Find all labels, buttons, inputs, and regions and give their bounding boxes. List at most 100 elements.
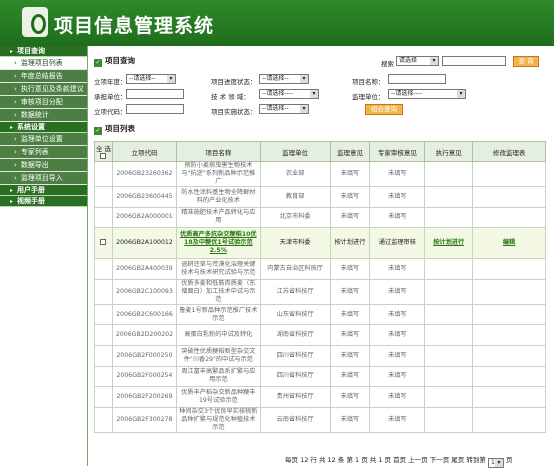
sidebar-item[interactable]: 数据导出: [0, 159, 87, 172]
sidebar-item[interactable]: 监理单位设置: [0, 133, 87, 146]
check-icon: ✓: [94, 127, 102, 135]
sidebar-group[interactable]: 系统设置: [0, 122, 87, 133]
sidebar-group[interactable]: 用户手册: [0, 185, 87, 196]
row-select-cell[interactable]: [94, 344, 113, 367]
row-exec-opinion: [424, 258, 474, 280]
row-edit: [472, 161, 546, 187]
row-select-cell[interactable]: [94, 161, 113, 187]
row-unit: 四川省科技厅: [259, 344, 331, 367]
sidebar-item[interactable]: 监理项目导入: [0, 172, 87, 185]
row-expert-opinion: 未填写: [369, 365, 426, 388]
unit-input[interactable]: [126, 89, 184, 99]
row-exec-opinion: [424, 344, 474, 367]
row-expert-opinion: 未填写: [369, 258, 426, 280]
table-row: 2006GB2A100012 优质高产多抗杂交粳稻10优18及中粳优1号试验示范2…: [94, 227, 546, 260]
row-select-cell[interactable]: [94, 406, 113, 433]
row-opinion: 未填写: [329, 386, 371, 408]
row-expert-opinion: 未填写: [369, 278, 426, 305]
sidebar-item[interactable]: 专家列表: [0, 146, 87, 159]
sidebar-item[interactable]: 审核项目分配: [0, 96, 87, 109]
row-unit: 云南省科技厅: [259, 406, 331, 433]
search-select[interactable]: 请选择: [396, 56, 439, 66]
name-label: 项目名称：: [352, 78, 385, 86]
row-select-cell[interactable]: [94, 278, 113, 305]
sidebar-item[interactable]: 执行意见及条款建议: [0, 83, 87, 96]
row-opinion: 未填写: [329, 406, 371, 433]
row-edit: [472, 344, 546, 367]
row-unit: 内蒙古自治区科技厅: [259, 258, 331, 280]
row-expert-opinion: 未填写: [369, 386, 426, 408]
sidebar: 项目查询监理项目列表年度总结报告执行意见及条款建议审核项目分配数据统计系统设置监…: [0, 46, 88, 466]
search-input[interactable]: [442, 56, 506, 66]
tech-select[interactable]: --请选择----: [259, 89, 319, 99]
row-exec-opinion[interactable]: 按计划进行: [424, 227, 474, 260]
select-all-header[interactable]: 全 选: [94, 141, 113, 162]
table-row: 2006GB2F300278 种间杂交3个优良早实核桃新品种扩繁与规范化种植技术示…: [94, 406, 546, 433]
row-expert-opinion: 未填写: [369, 324, 426, 346]
row-edit: [472, 324, 546, 346]
row-code: 2006GB2F200269: [111, 386, 177, 408]
impl-select[interactable]: --请选择--: [259, 104, 309, 114]
year-label: 立项年度：: [94, 78, 127, 86]
col-unit-header: 监理单位: [259, 141, 331, 162]
name-input[interactable]: [388, 74, 446, 84]
row-code: 2006GB23260362: [111, 161, 177, 187]
row-checkbox[interactable]: [100, 238, 107, 245]
combo-query-button[interactable]: 组合查询: [365, 104, 403, 115]
col-edit-header: 修改监理表: [472, 141, 546, 162]
sidebar-group[interactable]: 项目查询: [0, 46, 87, 57]
query-section-title: ✓ 项目查询: [94, 56, 135, 67]
row-opinion: 未填写: [329, 303, 371, 326]
code-input[interactable]: [126, 104, 184, 114]
row-select-cell[interactable]: [94, 206, 113, 229]
row-unit: 四川省科技厅: [259, 365, 331, 388]
sidebar-group[interactable]: 视频手册: [0, 196, 87, 207]
row-select-cell[interactable]: [94, 386, 113, 408]
row-exec-opinion: [424, 278, 474, 305]
row-opinion: 未填写: [329, 186, 371, 208]
sidebar-item[interactable]: 数据统计: [0, 109, 87, 122]
sidebar-item[interactable]: 监理项目列表: [0, 57, 87, 70]
tech-label: 技 术 领 域：: [211, 93, 250, 101]
row-edit: [472, 186, 546, 208]
row-exec-opinion-link[interactable]: 按计划进行: [433, 239, 464, 246]
pager-suffix: 页: [506, 456, 513, 464]
table-row: 2006GB2F000250 突破性优质粳稻新型杂交文件"川香29"的中试与示范四…: [94, 344, 546, 367]
year-select[interactable]: --请选择--: [126, 74, 176, 84]
select-all-checkbox[interactable]: [100, 152, 107, 159]
row-project-name: 周江富丰高繁品系扩繁与应用示范: [175, 365, 261, 388]
row-code: 2006GB2A000001: [111, 206, 177, 229]
row-edit[interactable]: 编辑: [472, 227, 546, 260]
row-project-name: 高蛋白乳粉的中试及转化: [175, 324, 261, 346]
table-row: 2006GB2A400039 退耕还草与荒漠化治理关键技术与技术研究试验与示范 内蒙…: [94, 258, 546, 280]
row-code: 2006GB2D200202: [111, 324, 177, 346]
row-project-name: 退耕还草与荒漠化治理关键技术与技术研究试验与示范: [175, 258, 261, 280]
row-unit: 湖南省科技厅: [259, 324, 331, 346]
page-select[interactable]: 1: [487, 458, 504, 468]
row-select-cell[interactable]: [94, 258, 113, 280]
row-edit-link[interactable]: 编辑: [503, 239, 515, 246]
col-expert-header: 专家审核意见: [369, 141, 426, 162]
row-expert-opinion: 未填写: [369, 186, 426, 208]
query-button[interactable]: 查 询: [513, 56, 539, 67]
row-opinion: 按计划进行: [329, 227, 371, 260]
row-code: 2006GB2A400039: [111, 258, 177, 280]
check-icon: ✓: [94, 59, 102, 67]
row-select-cell[interactable]: [94, 303, 113, 326]
row-exec-opinion: [424, 206, 474, 229]
sidebar-item[interactable]: 年度总结报告: [0, 70, 87, 83]
row-select-cell[interactable]: [94, 227, 113, 260]
row-project-name[interactable]: 优质高产多抗杂交粳稻10优18及中粳优1号试验示范2.5%: [175, 227, 261, 260]
row-expert-opinion: 未填写: [369, 206, 426, 229]
row-code: 2006GB2F300278: [111, 406, 177, 433]
row-select-cell[interactable]: [94, 186, 113, 208]
pager-text[interactable]: 每页 12 行 共 12 条 第 1 页 共 1 页 首页 上一页 下一页 尾页…: [285, 456, 486, 464]
row-select-cell[interactable]: [94, 365, 113, 388]
table-row: 2006GB2F200269 优质丰产稻杂交新品种粳丰19号试验示范 贵州省科技厅未…: [94, 386, 546, 408]
supervisor-select[interactable]: --请选择----: [388, 89, 466, 99]
row-exec-opinion: [424, 161, 474, 187]
row-select-cell[interactable]: [94, 324, 113, 346]
progress-select[interactable]: --请选择--: [259, 74, 309, 84]
row-exec-opinion: [424, 324, 474, 346]
row-opinion: 未填写: [329, 344, 371, 367]
